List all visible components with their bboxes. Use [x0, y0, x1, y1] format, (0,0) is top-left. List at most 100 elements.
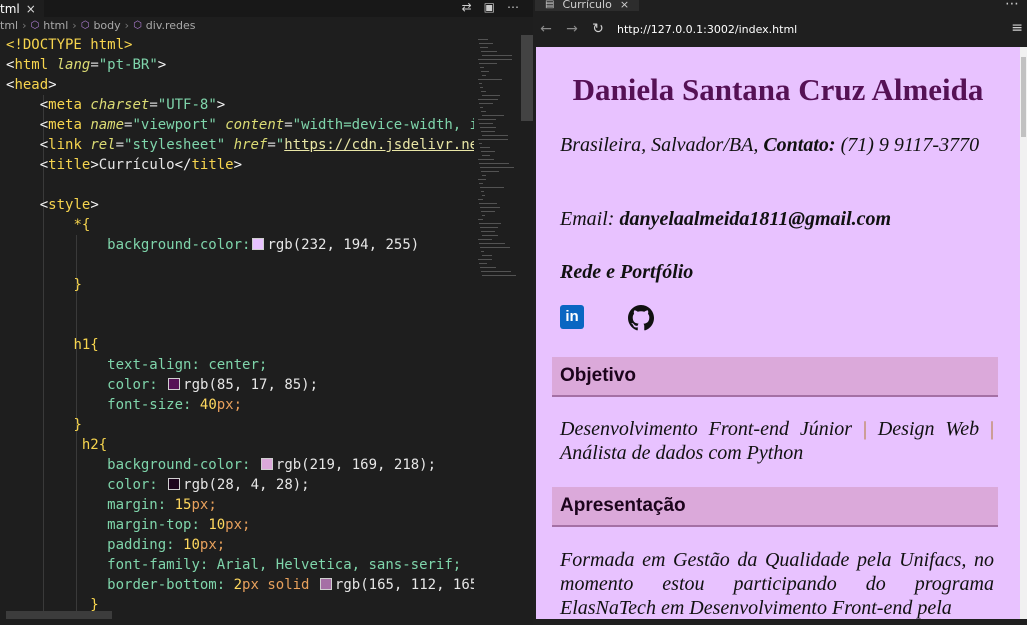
- code-line: h1{: [73, 337, 99, 353]
- minimap-line: [482, 115, 504, 116]
- color-swatch[interactable]: [168, 478, 181, 490]
- code-line: <style>: [39, 197, 99, 213]
- contact-label: Contato:: [763, 134, 836, 156]
- minimap[interactable]: [476, 35, 520, 595]
- minimap-line: [482, 275, 516, 276]
- split-editor-icon[interactable]: ▣: [484, 0, 495, 17]
- minimap-line: [480, 107, 483, 108]
- element-icon: ⬡: [133, 20, 142, 31]
- minimap-line: [479, 83, 482, 84]
- minimap-line: [480, 267, 496, 268]
- linkedin-icon[interactable]: in: [560, 305, 584, 329]
- compare-icon[interactable]: ⇄: [462, 0, 472, 17]
- code-line: color: rgb(28, 4, 28);: [107, 477, 310, 493]
- minimap-line: [481, 191, 484, 192]
- minimap-line: [482, 215, 485, 216]
- browser-tab[interactable]: ▤ Currículo ×: [535, 0, 640, 11]
- minimap-line: [478, 39, 488, 40]
- editor-scrollbar[interactable]: [521, 35, 533, 615]
- browser-tab-title: Currículo: [562, 0, 612, 11]
- more-icon[interactable]: ⋯: [1005, 0, 1019, 12]
- minimap-line: [478, 59, 512, 60]
- forward-icon[interactable]: →: [559, 21, 585, 37]
- code-line: background-color: rgb(219, 169, 218);: [107, 457, 437, 473]
- close-icon[interactable]: ×: [620, 0, 629, 10]
- back-icon[interactable]: ←: [533, 21, 559, 37]
- minimap-line: [482, 155, 490, 156]
- minimap-line: [478, 259, 492, 260]
- minimap-line: [478, 99, 498, 100]
- code-line: <meta charset="UTF-8">: [39, 97, 226, 113]
- code-line: <link rel="stylesheet" href="https://cdn…: [6, 135, 474, 155]
- chevron-right-icon: ›: [22, 19, 27, 32]
- color-swatch[interactable]: [252, 238, 265, 250]
- minimap-line: [482, 175, 486, 176]
- minimap-line: [479, 203, 497, 204]
- breadcrumb-item-file[interactable]: tml: [0, 17, 18, 35]
- page-title: Daniela Santana Cruz Almeida: [572, 72, 984, 107]
- minimap-line: [480, 127, 496, 128]
- more-actions-icon[interactable]: ⋯: [507, 0, 519, 17]
- email-line: Email: danyelaalmeida1811@gmail.com: [560, 207, 994, 231]
- close-icon[interactable]: ×: [26, 2, 36, 16]
- horizontal-scrollbar[interactable]: [6, 611, 112, 619]
- code-line: }: [73, 417, 82, 433]
- github-icon[interactable]: [628, 305, 654, 331]
- minimap-line: [478, 179, 486, 180]
- element-icon: ⬡: [80, 20, 90, 31]
- minimap-line: [480, 167, 514, 168]
- code-line: text-align: center;: [107, 357, 268, 373]
- section-heading-apresentacao: Apresentação: [552, 487, 998, 527]
- minimap-line: [479, 143, 482, 144]
- code-area[interactable]: <!DOCTYPE html> <html lang="pt-BR"> <hea…: [0, 35, 474, 615]
- minimap-line: [481, 231, 495, 232]
- minimap-line: [482, 135, 508, 136]
- minimap-line: [481, 111, 486, 112]
- minimap-line: [479, 43, 493, 44]
- minimap-line: [482, 195, 485, 196]
- minimap-line: [481, 51, 497, 52]
- minimap-line: [480, 47, 488, 48]
- minimap-line: [479, 163, 509, 164]
- minimap-line: [478, 79, 502, 80]
- color-swatch[interactable]: [168, 378, 181, 390]
- scrollbar-thumb[interactable]: [1021, 57, 1026, 137]
- page-scrollbar[interactable]: [1020, 47, 1027, 619]
- code-line: <meta name="viewport" content="width=dev…: [39, 117, 474, 133]
- color-swatch[interactable]: [260, 458, 273, 470]
- objective-text: Desenvolvimento Front-end Júnior | Desig…: [560, 418, 995, 464]
- editor-tab[interactable]: tml ×: [0, 0, 44, 17]
- reload-icon[interactable]: ↻: [585, 21, 611, 37]
- code-line: <html lang="pt-BR">: [6, 57, 167, 73]
- url-field[interactable]: http://127.0.0.1:3002/index.html: [617, 23, 797, 36]
- minimap-line: [479, 63, 497, 64]
- code-line: font-family: Arial, Helvetica, sans-seri…: [107, 557, 462, 573]
- breadcrumb-item-body[interactable]: body: [93, 17, 120, 35]
- code-line: padding: 10px;: [107, 537, 226, 553]
- minimap-line: [481, 71, 489, 72]
- browser-preview: ▤ Currículo × ⋯ ← → ↻ http://127.0.0.1:3…: [533, 0, 1027, 625]
- breadcrumb: tml › ⬡ html › ⬡ body › ⬡ div.redes: [0, 17, 530, 35]
- breadcrumb-item-html[interactable]: html: [43, 17, 68, 35]
- color-swatch[interactable]: [319, 578, 332, 590]
- minimap-line: [481, 151, 495, 152]
- minimap-line: [478, 139, 508, 140]
- code-link[interactable]: https://cdn.jsdelivr.net: [284, 137, 474, 153]
- minimap-line: [482, 255, 492, 256]
- minimap-line: [479, 263, 487, 264]
- breadcrumb-item-div-redes[interactable]: div.redes: [146, 17, 196, 35]
- minimap-line: [478, 159, 494, 160]
- minimap-line: [480, 227, 498, 228]
- code-editor[interactable]: tml × ⇄ ▣ ⋯ tml › ⬡ html › ⬡ body › ⬡ di…: [0, 0, 533, 625]
- minimap-line: [480, 147, 490, 148]
- menu-icon[interactable]: ≡: [1011, 20, 1023, 36]
- page-icon: ▤: [545, 0, 555, 10]
- scrollbar-thumb[interactable]: [521, 35, 533, 121]
- minimap-line: [480, 207, 500, 208]
- address-bar: ← → ↻ http://127.0.0.1:3002/index.html ≡: [533, 12, 1027, 46]
- page-viewport[interactable]: Daniela Santana Cruz Almeida Brasileira,…: [536, 47, 1020, 619]
- presentation-text: Formada em Gestão da Qualidade pela Unif…: [560, 549, 994, 619]
- minimap-line: [479, 223, 501, 224]
- minimap-line: [478, 119, 496, 120]
- email-value[interactable]: danyelaalmeida1811@gmail.com: [619, 208, 891, 230]
